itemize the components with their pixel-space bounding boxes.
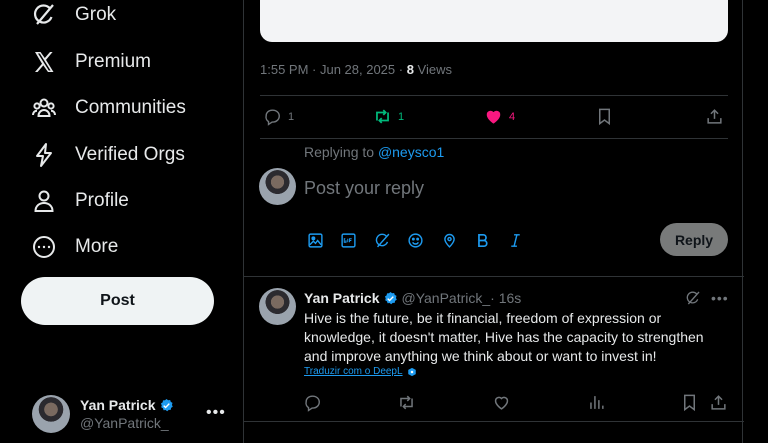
image-icon <box>307 232 323 248</box>
location-button[interactable] <box>439 230 459 250</box>
translate-link[interactable]: Traduzir com o DeepL <box>304 366 417 377</box>
heart-filled-icon <box>486 110 501 124</box>
reply-action[interactable] <box>303 393 322 412</box>
x-logo-icon <box>30 48 58 76</box>
like-count: 4 <box>509 110 516 123</box>
repost-action[interactable]: 1 <box>373 107 404 126</box>
repost-icon <box>376 109 389 124</box>
avatar[interactable] <box>259 288 296 325</box>
nav-label: Premium <box>75 51 152 72</box>
nav-label: Verified Orgs <box>75 144 185 165</box>
tweet-time[interactable]: · 16s <box>490 290 521 306</box>
italic-button[interactable] <box>505 230 525 250</box>
emoji-icon <box>407 232 423 248</box>
translate-label: Traduzir com o DeepL <box>304 366 403 377</box>
like-action[interactable]: 4 <box>484 107 515 126</box>
communities-icon <box>30 94 58 122</box>
account-name: Yan Patrick <box>80 397 156 413</box>
deepl-icon <box>407 367 416 376</box>
emoji-button[interactable] <box>405 230 425 250</box>
bookmark-icon <box>598 108 611 126</box>
reply-count: 1 <box>288 110 295 123</box>
share-action[interactable] <box>705 107 724 126</box>
analytics-icon <box>590 396 604 409</box>
verified-badge-icon <box>160 398 173 411</box>
reply-icon <box>265 109 280 126</box>
repost-action[interactable] <box>397 393 416 412</box>
sidebar: Grok Premium Communities Verified Orgs P… <box>0 0 243 443</box>
share-icon <box>707 109 722 124</box>
like-action[interactable] <box>492 393 511 412</box>
avatar <box>32 395 70 433</box>
replying-to: Replying to @neysco1 <box>304 144 444 160</box>
views-action[interactable] <box>587 393 606 412</box>
nav-item-grok[interactable]: Grok <box>30 0 116 35</box>
grok-explain-button[interactable] <box>685 290 701 311</box>
italic-icon <box>510 233 520 247</box>
divider <box>244 276 744 277</box>
grok-button[interactable] <box>372 230 392 250</box>
media-button[interactable] <box>305 230 325 250</box>
tweet-timestamp[interactable]: 1:55 PM · Jun 28, 2025 · <box>260 62 407 77</box>
tweet-header: Yan Patrick @YanPatrick_ · 16s <box>304 290 521 306</box>
main-column: 1:55 PM · Jun 28, 2025 · 8 Views 1 1 4 R… <box>243 0 744 443</box>
tweet-text: Hive is the future, be it financial, fre… <box>304 310 704 364</box>
grok-icon <box>30 1 58 29</box>
nav-item-more[interactable]: More <box>30 227 118 267</box>
repost-count: 1 <box>398 110 405 123</box>
views-count: 8 <box>406 62 414 77</box>
heart-icon <box>494 396 509 410</box>
account-switcher[interactable]: Yan Patrick @YanPatrick_ <box>32 394 232 434</box>
nav-label: Communities <box>75 97 186 118</box>
bold-icon <box>477 233 488 247</box>
bookmark-icon <box>683 394 696 412</box>
reply-submit-button[interactable]: Reply <box>660 223 728 256</box>
person-icon <box>30 187 58 215</box>
location-pin-icon <box>443 233 455 248</box>
tweet-meta: 1:55 PM · Jun 28, 2025 · 8 Views <box>260 62 452 77</box>
gif-icon <box>340 232 356 248</box>
account-handle: @YanPatrick_ <box>80 415 169 431</box>
tweet-more-icon[interactable]: ••• <box>711 290 729 306</box>
reply-input[interactable] <box>304 178 684 199</box>
views-label: Views <box>413 62 452 77</box>
divider <box>244 421 744 422</box>
tweet-author-handle[interactable]: @YanPatrick_ <box>402 290 491 306</box>
verified-badge-icon <box>384 291 397 304</box>
nav-item-verified-orgs[interactable]: Verified Orgs <box>30 135 185 175</box>
tweet-author-name[interactable]: Yan Patrick <box>304 290 380 306</box>
bookmark-action[interactable] <box>680 393 699 412</box>
divider <box>260 95 728 96</box>
post-button[interactable]: Post <box>21 277 214 325</box>
nav-item-premium[interactable]: Premium <box>30 42 151 82</box>
nav-item-profile[interactable]: Profile <box>30 181 129 221</box>
grok-icon <box>375 233 389 247</box>
nav-label: Grok <box>75 4 117 25</box>
grok-icon <box>686 291 700 305</box>
reply-icon <box>305 395 320 412</box>
account-more-icon[interactable]: ••• <box>206 404 226 422</box>
share-icon <box>711 395 726 410</box>
nav-label: More <box>75 236 119 257</box>
tweet-media-card[interactable] <box>260 0 728 42</box>
lightning-icon <box>30 141 58 169</box>
share-action[interactable] <box>709 393 728 412</box>
nav-item-communities[interactable]: Communities <box>30 88 186 128</box>
gif-button[interactable] <box>338 230 358 250</box>
replying-to-label: Replying to <box>304 144 378 160</box>
avatar <box>259 168 296 205</box>
reply-action[interactable]: 1 <box>263 107 294 126</box>
bold-button[interactable] <box>472 230 492 250</box>
repost-icon <box>400 395 413 410</box>
divider <box>260 138 728 139</box>
bookmark-action[interactable] <box>595 107 614 126</box>
nav-label: Profile <box>75 190 129 211</box>
more-circle-icon <box>30 233 58 261</box>
replying-to-handle[interactable]: @neysco1 <box>378 144 444 160</box>
